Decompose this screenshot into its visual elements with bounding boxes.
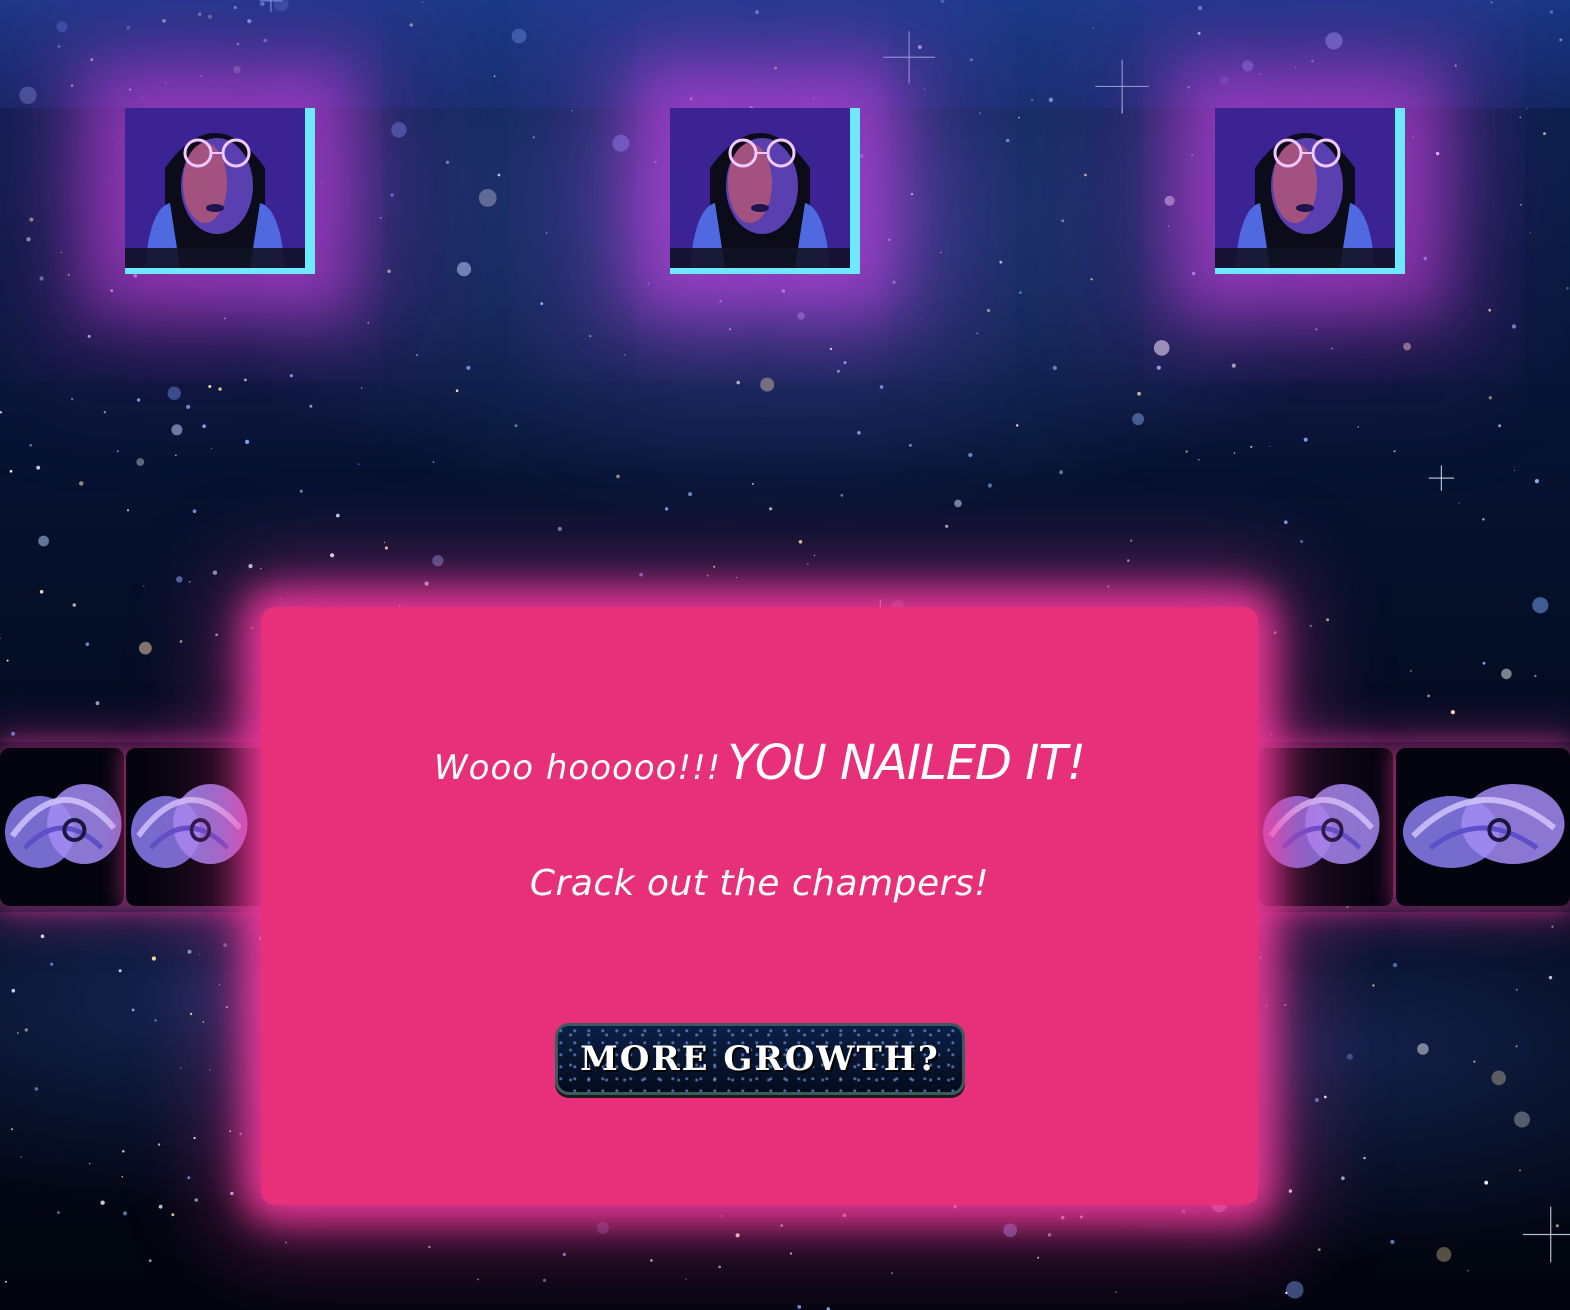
headline-nailed-it: YOU NAILED IT! bbox=[727, 735, 1086, 791]
neon-glasses-portrait-icon bbox=[125, 108, 305, 268]
swirl-image-4 bbox=[1396, 748, 1570, 906]
neon-glasses-portrait-icon bbox=[670, 108, 850, 268]
top-band bbox=[0, 0, 1570, 108]
purple-swirl-icon bbox=[1258, 748, 1382, 906]
swirl-image-1 bbox=[0, 748, 124, 906]
success-headline: Wooo hooooo!!! YOU NAILED IT! bbox=[261, 735, 1258, 791]
purple-swirl-icon bbox=[0, 748, 124, 906]
swirl-image-3 bbox=[1258, 748, 1393, 906]
headline-cheer: Wooo hooooo!!! bbox=[434, 748, 722, 788]
purple-swirl-icon bbox=[126, 748, 250, 906]
portrait-image-3 bbox=[1215, 108, 1405, 274]
portrait-image-2 bbox=[670, 108, 860, 274]
success-dialog: Wooo hooooo!!! YOU NAILED IT! Crack out … bbox=[261, 607, 1258, 1205]
purple-swirl-icon bbox=[1396, 748, 1568, 906]
neon-glasses-portrait-icon bbox=[1215, 108, 1395, 268]
swirl-image-2 bbox=[126, 748, 266, 906]
portrait-image-1 bbox=[125, 108, 315, 274]
success-subline: Crack out the champers! bbox=[529, 863, 990, 904]
space-background: Wooo hooooo!!! YOU NAILED IT! Crack out … bbox=[0, 0, 1570, 1310]
more-growth-button[interactable]: MORE GROWTH? bbox=[555, 1023, 965, 1095]
